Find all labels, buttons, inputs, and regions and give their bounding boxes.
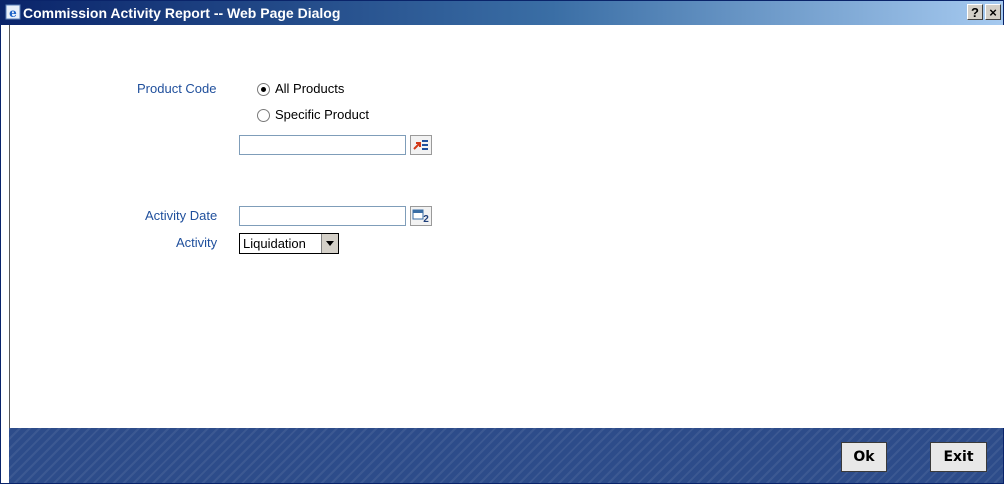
activity-select[interactable]: Liquidation: [239, 233, 339, 254]
svg-text:e: e: [9, 6, 17, 20]
all-products-radio[interactable]: [257, 83, 270, 96]
product-code-input[interactable]: [239, 135, 406, 155]
dialog-body: Product Code All Products Specific Produ…: [9, 25, 1004, 428]
exit-button[interactable]: Exit: [930, 442, 987, 472]
specific-product-label[interactable]: Specific Product: [275, 107, 369, 122]
close-button[interactable]: ×: [985, 4, 1001, 20]
radio-selected-dot: [261, 87, 266, 92]
calendar-icon[interactable]: 2: [410, 206, 432, 226]
window-title: Commission Activity Report -- Web Page D…: [23, 5, 341, 21]
activity-select-value: Liquidation: [243, 236, 306, 251]
activity-label: Activity: [176, 235, 218, 250]
list-of-values-icon[interactable]: [410, 135, 432, 155]
dropdown-arrow-icon[interactable]: [321, 234, 338, 253]
all-products-label[interactable]: All Products: [275, 81, 344, 96]
ok-button[interactable]: Ok: [841, 442, 887, 472]
activity-date-input[interactable]: [239, 206, 406, 226]
specific-product-radio[interactable]: [257, 109, 270, 122]
dialog-window: e Commission Activity Report -- Web Page…: [0, 0, 1004, 484]
title-bar: e Commission Activity Report -- Web Page…: [1, 1, 1003, 25]
svg-text:2: 2: [423, 214, 429, 225]
product-code-label: Product Code: [137, 81, 217, 96]
footer-bar: Ok Exit: [9, 428, 1003, 483]
ie-page-icon: e: [5, 4, 21, 20]
help-button[interactable]: ?: [967, 4, 983, 20]
activity-date-label: Activity Date: [145, 208, 218, 223]
